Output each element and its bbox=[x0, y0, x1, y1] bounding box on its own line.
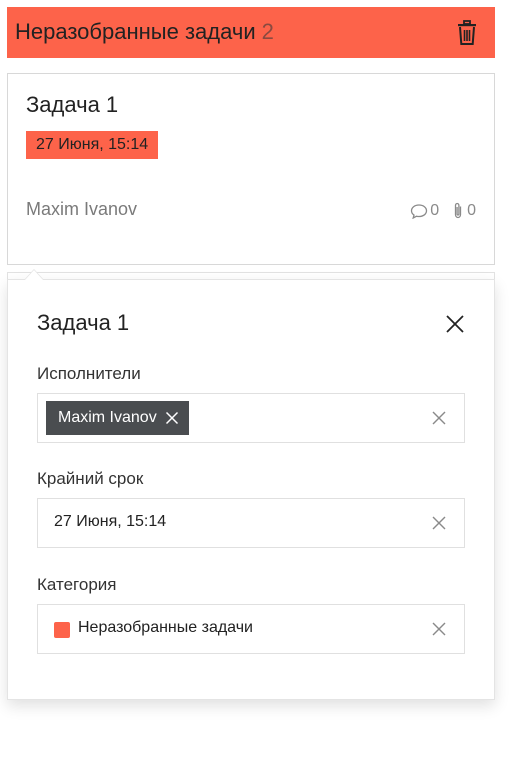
popover-arrow bbox=[24, 269, 44, 280]
comment-count: 0 bbox=[430, 202, 440, 219]
clear-assignees-icon[interactable] bbox=[432, 411, 446, 425]
assignees-field[interactable]: Maxim Ivanov bbox=[37, 393, 465, 443]
assignee-chip[interactable]: Maxim Ivanov bbox=[46, 401, 189, 435]
close-icon[interactable] bbox=[444, 313, 466, 335]
task-card[interactable]: Задача 1 27 Июня, 15:14 Maxim Ivanov 0 0 bbox=[7, 73, 495, 265]
column-title: Неразобранные задачи 2 bbox=[15, 19, 274, 45]
category-color-swatch bbox=[54, 622, 70, 638]
column-title-text: Неразобранные задачи bbox=[15, 19, 256, 44]
popover-title: Задача 1 bbox=[37, 310, 130, 335]
attachment-count: 0 bbox=[467, 202, 476, 219]
category-label: Категория bbox=[37, 575, 117, 594]
deadline-field[interactable]: 27 Июня, 15:14 bbox=[37, 498, 465, 548]
clear-deadline-icon[interactable] bbox=[432, 516, 446, 530]
clear-category-icon[interactable] bbox=[432, 622, 446, 636]
category-value: Неразобранные задачи bbox=[78, 619, 253, 636]
assignees-label: Исполнители bbox=[37, 364, 141, 383]
comment-icon bbox=[411, 204, 428, 219]
task-detail-popover: Задача 1 Исполнители Maxim Ivanov Крайни… bbox=[7, 269, 495, 700]
task-card-title: Задача 1 bbox=[26, 92, 119, 117]
task-card-meta: 0 0 bbox=[410, 202, 476, 220]
assignee-chip-label: Maxim Ivanov bbox=[58, 409, 157, 426]
paperclip-icon bbox=[454, 202, 462, 219]
remove-assignee-icon[interactable] bbox=[165, 411, 179, 425]
trash-icon[interactable] bbox=[455, 20, 479, 46]
category-field[interactable]: Неразобранные задачи bbox=[37, 604, 465, 654]
deadline-value: 27 Июня, 15:14 bbox=[54, 513, 167, 530]
column-count: 2 bbox=[261, 19, 274, 44]
column-header: Неразобранные задачи 2 bbox=[7, 7, 495, 58]
deadline-label: Крайний срок bbox=[37, 469, 144, 488]
due-date-badge: 27 Июня, 15:14 bbox=[26, 131, 159, 159]
task-card-assignee: Maxim Ivanov bbox=[26, 199, 138, 219]
